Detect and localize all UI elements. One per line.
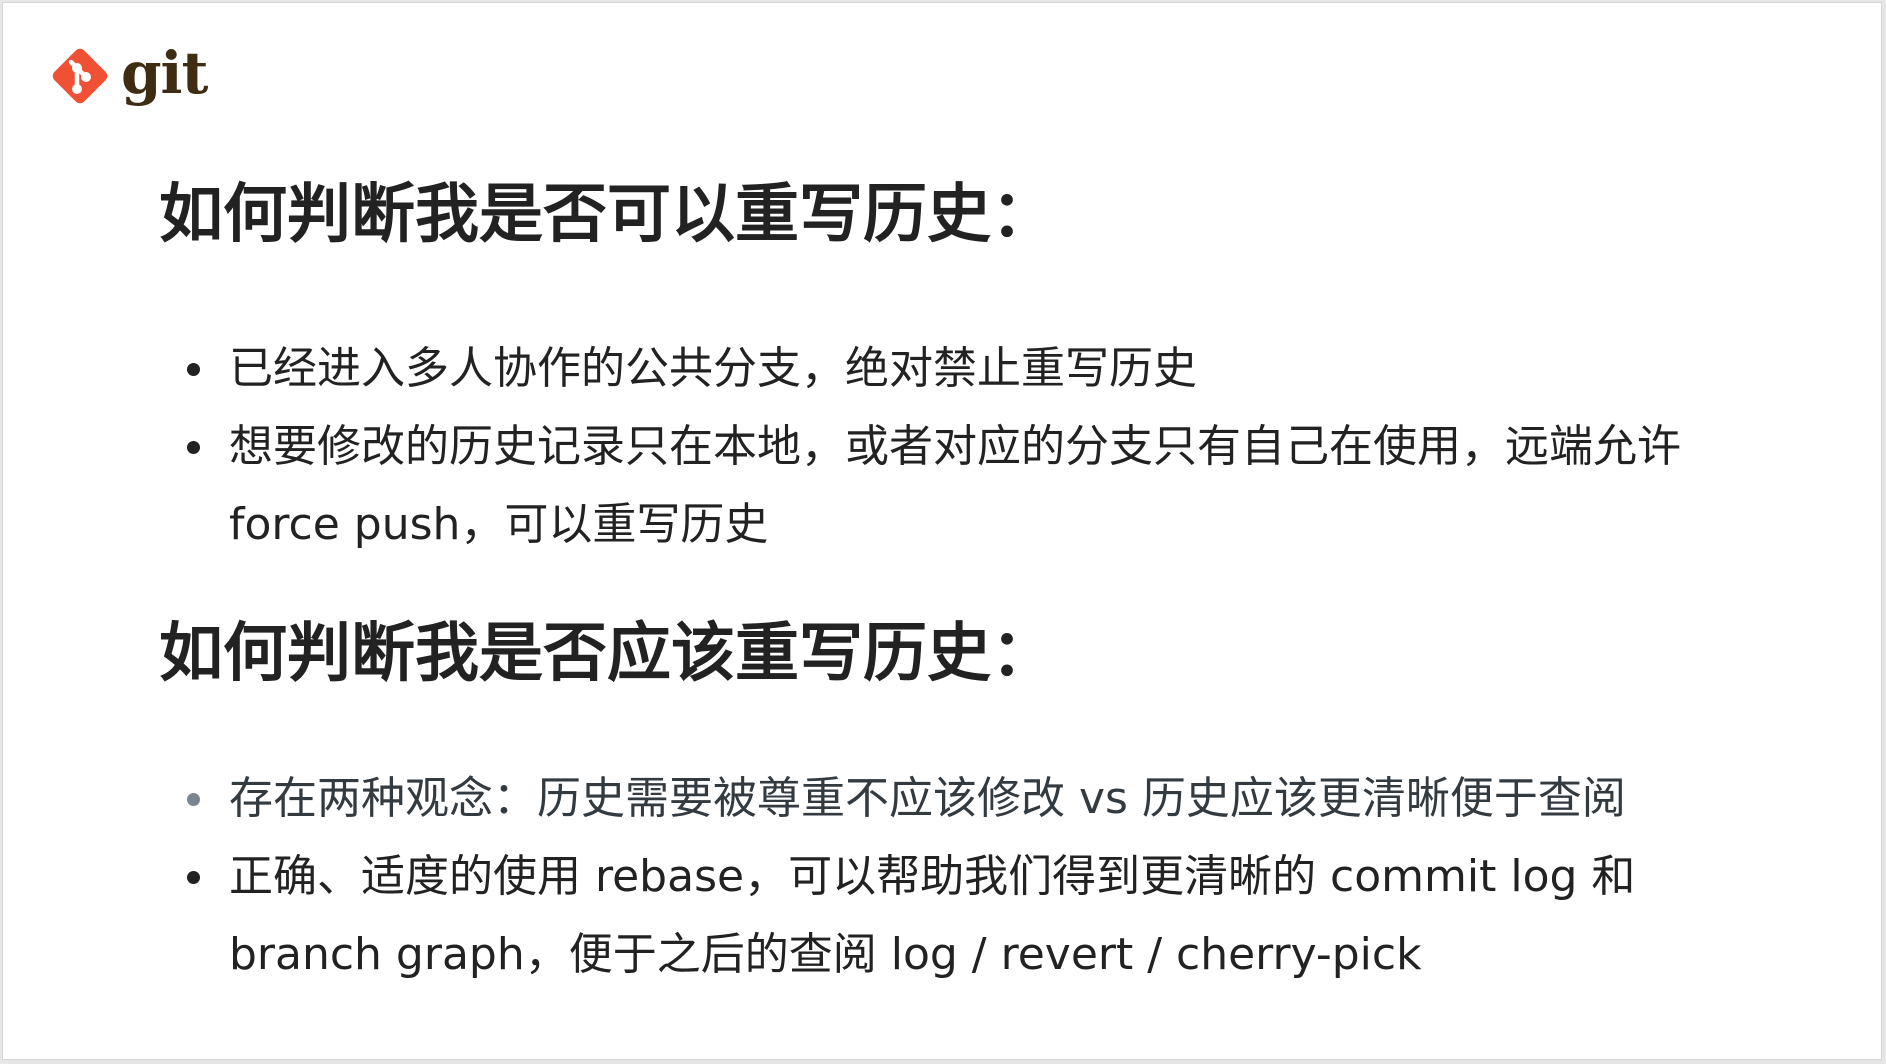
list-item: 已经进入多人协作的公共分支，绝对禁止重写历史 bbox=[161, 330, 1741, 408]
slide: git 如何判断我是否可以重写历史： 已经进入多人协作的公共分支，绝对禁止重写历… bbox=[2, 2, 1882, 1060]
list-item: 存在两种观念：历史需要被尊重不应该修改 vs 历史应该更清晰便于查阅 bbox=[161, 760, 1741, 838]
git-wordmark: git bbox=[121, 39, 208, 107]
list-item-text: 正确、适度的使用 rebase，可以帮助我们得到更清晰的 commit log … bbox=[229, 851, 1636, 980]
bullet-dot bbox=[187, 363, 200, 376]
list-item: 正确、适度的使用 rebase，可以帮助我们得到更清晰的 commit log … bbox=[161, 838, 1741, 994]
list-item-text: 已经进入多人协作的公共分支，绝对禁止重写历史 bbox=[229, 343, 1197, 394]
bullet-list-can-rewrite: 已经进入多人协作的公共分支，绝对禁止重写历史 想要修改的历史记录只在本地，或者对… bbox=[161, 330, 1741, 564]
bullet-dot bbox=[187, 441, 200, 454]
list-item-text: 存在两种观念：历史需要被尊重不应该修改 vs 历史应该更清晰便于查阅 bbox=[229, 773, 1626, 824]
section-heading-should-rewrite: 如何判断我是否应该重写历史： bbox=[159, 617, 1055, 691]
bullet-list-should-rewrite: 存在两种观念：历史需要被尊重不应该修改 vs 历史应该更清晰便于查阅 正确、适度… bbox=[161, 760, 1741, 994]
list-item-text: 想要修改的历史记录只在本地，或者对应的分支只有自己在使用，远端允许 force … bbox=[229, 421, 1681, 550]
bullet-dot bbox=[187, 871, 200, 884]
git-logo: git bbox=[47, 39, 208, 109]
list-item: 想要修改的历史记录只在本地，或者对应的分支只有自己在使用，远端允许 force … bbox=[161, 408, 1741, 564]
bullet-dot bbox=[187, 793, 200, 806]
section-heading-can-rewrite: 如何判断我是否可以重写历史： bbox=[159, 178, 1055, 252]
git-logo-icon bbox=[52, 48, 108, 104]
